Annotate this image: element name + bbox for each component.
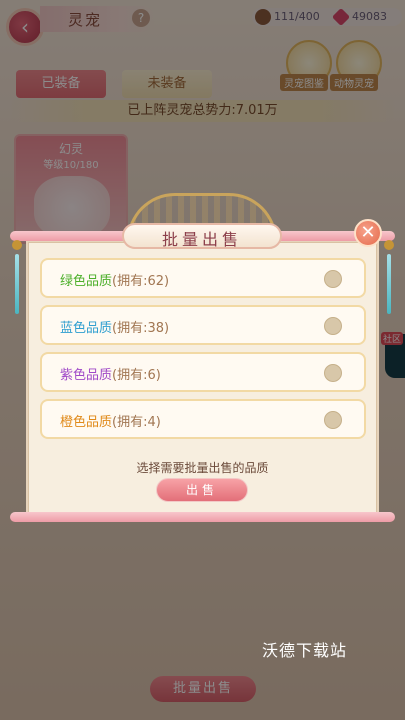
option-quality: 蓝色品质 [60, 321, 113, 336]
option-quality: 绿色品质 [60, 274, 113, 289]
option-count: (拥有:6) [112, 368, 161, 383]
option-green[interactable]: 绿色品质(拥有:62) [40, 258, 366, 298]
option-purple[interactable]: 紫色品质(拥有:6) [40, 352, 366, 392]
option-label: 橙色品质(拥有:4) [60, 411, 161, 430]
radio-button[interactable] [324, 270, 342, 288]
option-count: (拥有:4) [112, 415, 161, 430]
close-button[interactable]: ✕ [354, 219, 382, 247]
option-quality: 橙色品质 [60, 415, 113, 430]
option-orange[interactable]: 橙色品质(拥有:4) [40, 399, 366, 439]
scroll-rod-bottom [10, 512, 395, 522]
option-count: (拥有:62) [112, 274, 170, 289]
option-quality: 紫色品质 [60, 368, 113, 383]
hint-text: 选择需要批量出售的品质 [136, 461, 269, 475]
option-label: 蓝色品质(拥有:38) [60, 317, 169, 336]
right-tassel [384, 240, 394, 326]
radio-button[interactable] [324, 364, 342, 382]
dialog-title: 批量出售 [161, 230, 242, 249]
sell-button[interactable]: 出售 [156, 478, 248, 502]
option-label: 紫色品质(拥有:6) [60, 364, 161, 383]
watermark: 沃德下载站 [262, 641, 348, 660]
option-label: 绿色品质(拥有:62) [60, 270, 169, 289]
option-count: (拥有:38) [112, 321, 170, 336]
radio-button[interactable] [324, 317, 342, 335]
radio-button[interactable] [324, 411, 342, 429]
close-icon: ✕ [360, 222, 376, 243]
left-tassel [12, 240, 22, 326]
option-blue[interactable]: 蓝色品质(拥有:38) [40, 305, 366, 345]
